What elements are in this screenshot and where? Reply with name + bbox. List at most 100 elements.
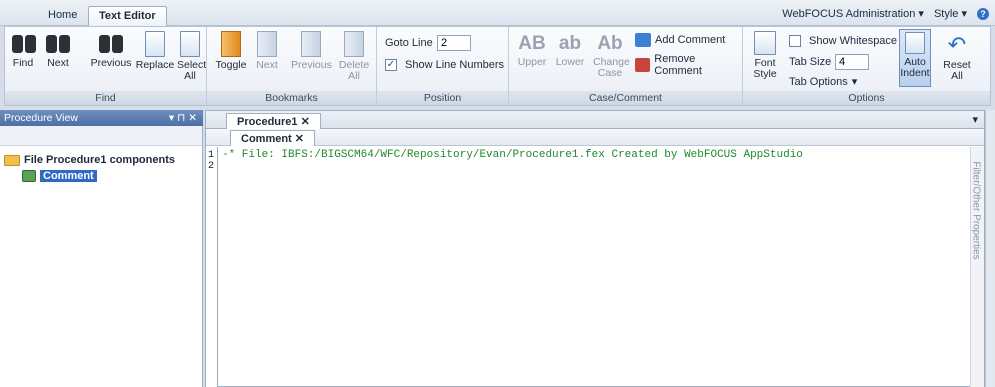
change-case-button[interactable]: Ab Change Case	[593, 31, 630, 79]
upper-label: Upper	[517, 56, 547, 68]
folder-icon	[4, 154, 20, 166]
style-label: Style	[933, 8, 959, 20]
document-tabs: Procedure1 ✕ ▾	[206, 111, 984, 129]
font-style-button[interactable]: Font Style	[749, 31, 781, 80]
pane-controls-icon[interactable]: ▾ ⊓ ✕	[169, 110, 197, 126]
bookmarks-group-label: Bookmarks	[207, 91, 376, 105]
find-group: Find Next Previous Replace Select All Fi…	[5, 27, 207, 105]
next-bookmark-label: Next	[256, 59, 278, 71]
select-all-button[interactable]: Select All	[177, 31, 207, 82]
font-style-icon	[754, 31, 776, 55]
tree-comment-node[interactable]: Comment	[4, 168, 198, 184]
binoculars-next-icon	[45, 31, 71, 55]
show-whitespace-checkbox[interactable]: Show Whitespace	[789, 35, 897, 47]
case-comment-group-label: Case/Comment	[509, 91, 742, 105]
delete-all-bookmarks-button[interactable]: Delete All	[337, 31, 371, 82]
editor-area: Procedure1 ✕ ▾ Comment ✕ 1 2 -* File: IB…	[205, 110, 985, 387]
goto-line-input[interactable]	[437, 35, 471, 51]
position-group-label: Position	[377, 91, 508, 105]
tab-options-label: Tab Options	[789, 75, 848, 88]
remove-comment-icon	[635, 58, 651, 72]
comment-node-icon	[22, 170, 36, 182]
code-line[interactable]: -* File: IBFS:/BIGSCM64/WFC/Repository/E…	[222, 149, 803, 161]
tab-size-label: Tab Size	[789, 56, 832, 68]
close-icon[interactable]: ✕	[295, 133, 304, 145]
right-side-panel[interactable]: Filter/Other Properties	[970, 110, 995, 387]
tab-home[interactable]: Home	[38, 6, 87, 26]
menu-bar: Home Text Editor WebFOCUS Administration…	[0, 0, 995, 26]
auto-indent-button[interactable]: Auto Indent	[899, 29, 931, 87]
tab-size-row: Tab Size	[789, 56, 831, 68]
delete-bookmarks-icon	[344, 31, 364, 57]
find-previous-label: Previous	[90, 57, 132, 69]
line-number: 1	[208, 150, 215, 161]
right-panel-label: Filter/Other Properties	[970, 161, 982, 260]
show-line-numbers-label: Show Line Numbers	[405, 59, 505, 71]
bookmarks-group: Toggle Next Previous Delete All Bookmark…	[207, 27, 377, 105]
goto-line-row: Goto Line	[385, 37, 433, 49]
add-comment-button[interactable]: Add Comment	[635, 33, 725, 47]
upper-case-icon: AB	[518, 33, 546, 54]
find-button[interactable]: Find	[11, 31, 36, 69]
procedure-view-pane: File Procedure1 components Comment	[0, 126, 203, 387]
auto-indent-icon	[905, 32, 925, 54]
lower-case-button[interactable]: ab Lower	[555, 31, 585, 68]
font-style-label: Font Style	[753, 57, 777, 80]
position-group: Goto Line ✓ Show Line Numbers Position	[377, 27, 509, 105]
tab-text-editor-label: Text Editor	[99, 10, 156, 22]
procedure1-tab-label: Procedure1	[237, 116, 298, 128]
find-next-button[interactable]: Next	[45, 31, 71, 69]
show-whitespace-label: Show Whitespace	[809, 35, 898, 47]
tab-size-input[interactable]	[835, 54, 869, 70]
admin-label: WebFOCUS Administration	[782, 8, 916, 20]
admin-menu: WebFOCUS Administration ▾ Style ▾ ?	[782, 7, 989, 20]
options-group-label: Options	[743, 91, 990, 105]
undo-arrow-icon: ↶	[947, 31, 967, 57]
code-text[interactable]: -* File: IBFS:/BIGSCM64/WFC/Repository/E…	[222, 149, 803, 161]
webfocus-admin-menu[interactable]: WebFOCUS Administration ▾	[782, 7, 924, 20]
add-comment-label: Add Comment	[655, 34, 726, 46]
find-previous-button[interactable]: Previous	[89, 31, 133, 69]
toggle-bookmark-button[interactable]: Toggle	[215, 31, 247, 71]
goto-line-label: Goto Line	[385, 37, 433, 49]
next-bookmark-button[interactable]: Next	[255, 31, 279, 71]
replace-button[interactable]: Replace	[135, 31, 175, 71]
upper-case-button[interactable]: AB Upper	[517, 31, 547, 68]
tree-comment-label: Comment	[40, 170, 97, 182]
options-group: Font Style Show Whitespace Tab Size Tab …	[743, 27, 990, 105]
previous-bookmark-icon	[301, 31, 321, 57]
find-group-label: Find	[5, 91, 206, 105]
component-tabs: Comment ✕	[206, 129, 984, 146]
toggle-label: Toggle	[215, 59, 247, 71]
tab-text-editor[interactable]: Text Editor	[88, 6, 167, 26]
tab-comment[interactable]: Comment ✕	[230, 130, 316, 146]
previous-bookmark-button[interactable]: Previous	[291, 31, 332, 71]
tab-list-dropdown-icon[interactable]: ▾	[972, 113, 978, 126]
style-menu[interactable]: Style ▾	[934, 7, 967, 20]
replace-icon	[145, 31, 165, 57]
lower-case-icon: ab	[558, 33, 582, 54]
next-bookmark-icon	[257, 31, 277, 57]
add-comment-icon	[635, 33, 651, 47]
reset-all-button[interactable]: ↶ Reset All	[941, 31, 973, 82]
reset-all-label: Reset All	[943, 59, 971, 82]
remove-comment-button[interactable]: Remove Comment	[635, 53, 742, 77]
bookmark-icon	[221, 31, 241, 57]
tree-root-node[interactable]: File Procedure1 components	[4, 152, 198, 168]
select-all-label: Select All	[177, 59, 207, 82]
remove-comment-label: Remove Comment	[654, 53, 702, 77]
procedure-view-title: Procedure View	[4, 112, 78, 124]
delete-all-label: Delete All	[338, 59, 370, 82]
show-line-numbers-checkbox[interactable]: ✓ Show Line Numbers	[385, 59, 504, 71]
find-label: Find	[12, 57, 34, 69]
tab-options-dropdown[interactable]: Tab Options ▾	[789, 75, 858, 89]
line-number-gutter: 1 2	[206, 147, 218, 387]
tab-procedure1[interactable]: Procedure1 ✕	[226, 113, 321, 129]
help-icon[interactable]: ?	[977, 7, 989, 20]
close-icon[interactable]: ✕	[301, 116, 310, 128]
lower-label: Lower	[555, 56, 585, 68]
binoculars-previous-icon	[98, 31, 124, 55]
comment-tab-label: Comment	[241, 133, 292, 145]
chevron-down-icon: ▾	[851, 76, 858, 88]
tree-root-label: File Procedure1 components	[24, 154, 175, 166]
